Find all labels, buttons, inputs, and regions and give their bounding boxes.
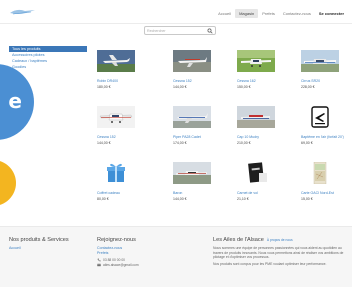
product-name[interactable]: Carnet de vol: [237, 191, 277, 195]
plane-photo-icon: [237, 50, 275, 72]
main-nav: Accueil Magasin Prefets Contactez-nous S…: [214, 9, 348, 18]
product-price: 80,00 €: [97, 197, 109, 201]
map-photo-icon: [301, 162, 339, 184]
product-price: 144,00 €: [173, 85, 187, 89]
footer-phone-text: 03 88 00 00 00: [103, 258, 125, 262]
nav-contact[interactable]: Contactez-nous: [279, 9, 315, 18]
product-price: 174,00 €: [173, 141, 187, 145]
site-footer: Nos produits & Services Accueil Rejoigne…: [0, 226, 352, 287]
footer-about-paragraph-2: Nos produits sont conçus pour les PME vo…: [213, 261, 327, 266]
footer-contact-link[interactable]: Contactez-nous: [97, 246, 187, 250]
decorative-letter: e: [8, 89, 22, 113]
footer-home-link[interactable]: Accueil: [9, 246, 89, 250]
product-name[interactable]: Carte OACI Nord-Est: [301, 191, 341, 195]
footer-phone: 03 88 00 00 00: [97, 258, 187, 262]
product-price: 15,00 €: [301, 197, 313, 201]
product-price: 144,00 €: [173, 197, 187, 201]
product-card[interactable]: Piper PA28 Cadet 174,00 €: [173, 106, 213, 145]
product-card[interactable]: Coffret cadeau 80,00 €: [97, 162, 137, 201]
product-card[interactable]: Cap 10 Mudry 210,00 €: [237, 106, 277, 145]
gift-box-icon: [97, 162, 135, 184]
plane-photo-icon: [173, 162, 211, 184]
footer-about-heading: Les Ailes de l'Alsace À propos de nous: [213, 237, 345, 243]
phone-icon: [97, 258, 101, 262]
product-card[interactable]: Baron 144,00 €: [173, 162, 213, 201]
search-box: [144, 26, 216, 35]
product-card[interactable]: Carnet de vol 21,10 €: [237, 162, 277, 201]
product-name[interactable]: Cirrus SR20: [301, 79, 341, 83]
product-price: 69,00 €: [301, 141, 313, 145]
footer-email[interactable]: ailes.alsace@gmail.com: [97, 263, 187, 267]
nav-login[interactable]: Se connecter: [315, 9, 348, 18]
product-card[interactable]: Cessna 162 150,00 €: [237, 50, 277, 89]
logbook-photo-icon: [237, 162, 275, 184]
product-card[interactable]: Cessna 152 144,00 €: [173, 50, 213, 89]
plane-photo-icon: [97, 106, 135, 128]
product-card[interactable]: Robin DR400 180,00 €: [97, 50, 137, 89]
nav-home[interactable]: Accueil: [214, 9, 235, 18]
footer-about-title: Les Ailes de l'Alsace: [213, 237, 264, 243]
nav-prefects[interactable]: Prefets: [258, 9, 279, 18]
product-card[interactable]: Carte OACI Nord-Est 15,00 €: [301, 162, 341, 201]
product-price: 144,00 €: [97, 141, 111, 145]
search-icon[interactable]: [207, 28, 213, 34]
footer-about-paragraph: Nous sommes une équipe de personnes pass…: [213, 246, 344, 260]
product-name[interactable]: Coffret cadeau: [97, 191, 137, 195]
product-name[interactable]: Cap 10 Mudry: [237, 135, 277, 139]
product-name[interactable]: Robin DR400: [97, 79, 137, 83]
product-price: 210,00 €: [237, 141, 251, 145]
plane-photo-icon: [97, 50, 135, 72]
plane-photo-icon: [237, 106, 275, 128]
product-name[interactable]: Baptême en l'air (forfait 20'): [301, 135, 344, 139]
footer-prefects-link[interactable]: Prefets: [97, 251, 187, 255]
product-price: 228,00 €: [301, 85, 315, 89]
decorative-blue-circle: e: [0, 64, 34, 140]
site-logo[interactable]: [9, 7, 37, 17]
product-name[interactable]: Cessna 152: [97, 135, 137, 139]
product-price: 180,00 €: [97, 85, 111, 89]
wing-logo-icon: [10, 9, 35, 15]
product-name[interactable]: Piper PA28 Cadet: [173, 135, 213, 139]
product-name[interactable]: Cessna 162: [237, 79, 277, 83]
plane-photo-icon: [173, 106, 211, 128]
footer-about-column: Les Ailes de l'Alsace À propos de nous N…: [213, 237, 345, 266]
search-input[interactable]: [147, 28, 203, 34]
decorative-yellow-circle: [0, 160, 16, 206]
envelope-icon: [97, 263, 101, 267]
product-card[interactable]: Cessna 152 144,00 €: [97, 106, 137, 145]
product-card[interactable]: Baptême en l'air (forfait 20') 69,00 €: [301, 106, 344, 145]
footer-join-title: Rejoignez-nous: [97, 237, 136, 243]
product-price: 150,00 €: [237, 85, 251, 89]
footer-products-column: Nos produits & Services Accueil: [9, 237, 89, 250]
product-card[interactable]: Cirrus SR20 228,00 €: [301, 50, 341, 89]
plane-photo-icon: [173, 50, 211, 72]
plane-sign-icon: [301, 106, 339, 128]
footer-about-link[interactable]: À propos de nous: [267, 238, 293, 242]
top-header: Accueil Magasin Prefets Contactez-nous S…: [0, 0, 352, 24]
footer-join-column: Rejoignez-nous Contactez-nous Prefets 03…: [97, 237, 187, 267]
nav-shop[interactable]: Magasin: [235, 9, 259, 18]
product-price: 21,10 €: [237, 197, 249, 201]
page: Accueil Magasin Prefets Contactez-nous S…: [0, 0, 352, 287]
plane-photo-icon: [301, 50, 339, 72]
category-sidebar: Tous les produits Accessoires pilotes Ca…: [9, 46, 87, 70]
category-goodies[interactable]: Goodies: [9, 64, 87, 70]
footer-email-text[interactable]: ailes.alsace@gmail.com: [103, 263, 139, 267]
footer-products-title: Nos produits & Services: [9, 237, 69, 243]
product-name[interactable]: Baron: [173, 191, 213, 195]
product-name[interactable]: Cessna 152: [173, 79, 213, 83]
